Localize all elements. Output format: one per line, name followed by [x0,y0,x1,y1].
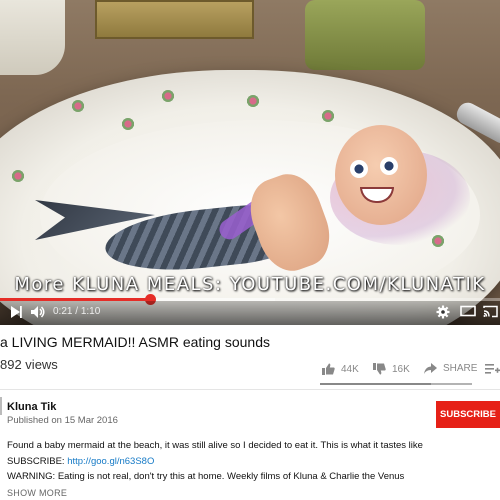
plate-flower [70,100,86,112]
like-button[interactable]: 44K [322,363,359,375]
video-title: a LIVING MERMAID!! ASMR eating sounds [0,334,270,350]
picture-frame [95,0,254,39]
avatar[interactable] [0,397,2,415]
time-display: 0:21 / 1:10 [53,306,100,317]
thumbs-up-icon [322,363,335,375]
duration: 1:10 [80,306,101,317]
add-to-playlist-button[interactable] [485,363,500,374]
sentiment-bar [320,383,472,385]
plate-flower [10,170,26,182]
sentiment-bar-likes [320,383,431,385]
share-label: SHARE [443,363,478,374]
description-line: Found a baby mermaid at the beach, it wa… [7,440,423,451]
divider [0,389,500,390]
view-count: 892 views [0,357,58,372]
share-icon [424,363,437,374]
thumbs-down-icon [373,363,386,375]
volume-icon[interactable] [30,305,46,323]
show-more-button[interactable]: SHOW MORE [7,488,67,498]
player-controls: 0:21 / 1:10 [0,301,500,325]
subscribe-link[interactable]: http://goo.gl/n63S8O [67,456,154,467]
plate-flower [160,90,176,102]
description-subscribe-label: SUBSCRIBE: [7,456,65,467]
plate-flower [120,118,136,130]
plate-flower [245,95,261,107]
publish-date: Published on 15 Mar 2016 [7,415,118,426]
description-line: WARNING: Eating is not real, don't try t… [7,471,405,482]
mermaid-eye [380,157,398,175]
play-icon[interactable] [10,305,22,323]
mermaid-eye [350,160,368,178]
like-count: 44K [341,363,359,375]
gear-icon[interactable] [436,305,450,323]
cast-icon[interactable] [483,305,498,322]
plate-flower [320,110,336,122]
share-button[interactable]: SHARE [424,363,477,374]
channel-name[interactable]: Kluna Tik [7,401,56,413]
theater-mode-icon[interactable] [460,305,476,321]
dislike-count: 16K [392,363,410,375]
subscribe-button[interactable]: SUBSCRIBE [436,401,500,428]
current-time: 0:21 [53,306,73,317]
video-watermark-text: More KLUNA MEALS: YOUTUBE.COM/KLUNATIK [14,274,486,295]
jar [0,0,65,75]
mermaid-head [335,125,427,225]
green-box [305,0,425,70]
add-to-playlist-icon [485,364,500,374]
description-subscribe-line: SUBSCRIBE: http://goo.gl/n63S8O [7,456,154,467]
dislike-button[interactable]: 16K [373,363,410,375]
video-player[interactable]: More KLUNA MEALS: YOUTUBE.COM/KLUNATIK 0… [0,0,500,325]
